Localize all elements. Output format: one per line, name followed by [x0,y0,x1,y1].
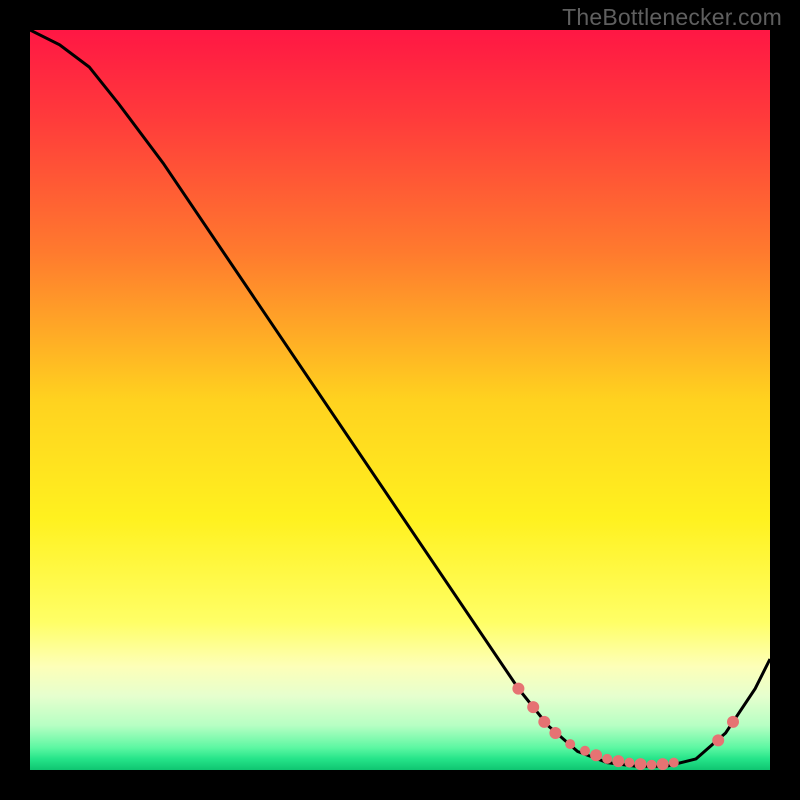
marker-dot [624,758,634,768]
watermark-text: TheBottlenecker.com [562,4,782,31]
marker-dot [657,758,669,770]
marker-dot [549,727,561,739]
gradient-background [30,30,770,770]
marker-dot [669,758,679,768]
marker-dot [590,749,602,761]
marker-dot [612,755,624,767]
marker-dot [527,701,539,713]
marker-dot [565,739,575,749]
marker-dot [647,760,657,770]
marker-dot [580,746,590,756]
marker-dot [635,758,647,770]
marker-dot [512,683,524,695]
plot-area [30,30,770,770]
marker-dot [538,716,550,728]
marker-dot [727,716,739,728]
chart-frame: TheBottlenecker.com [0,0,800,800]
chart-svg [30,30,770,770]
marker-dot [602,754,612,764]
marker-dot [712,734,724,746]
